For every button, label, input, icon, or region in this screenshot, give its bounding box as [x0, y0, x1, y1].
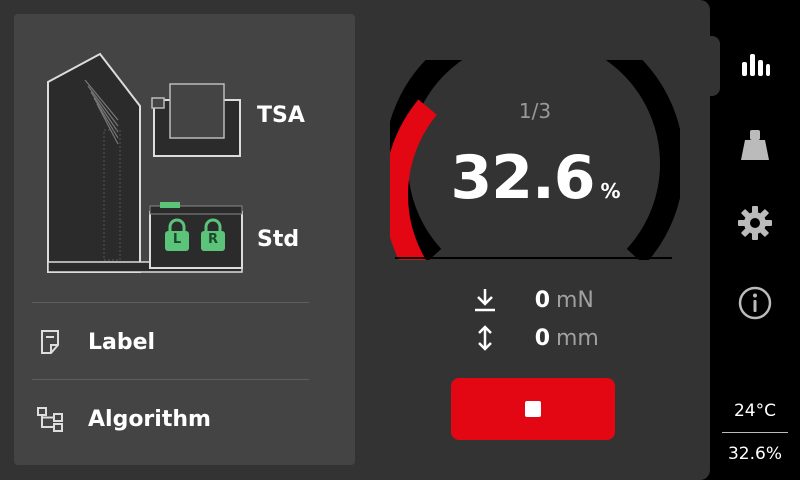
menu-divider-top [32, 302, 309, 303]
menu-divider-bottom [32, 379, 309, 380]
stop-icon [525, 401, 541, 417]
force-readout: 0 mN [470, 285, 594, 315]
tree-icon [30, 399, 70, 439]
status-divider [722, 432, 788, 433]
menu-item-label[interactable]: Label [30, 312, 310, 372]
stop-button[interactable] [451, 378, 615, 440]
percentage-readout: 32.6% [727, 444, 782, 464]
gauge-baseline [395, 257, 672, 259]
arrow-up-down-icon [470, 323, 500, 353]
force-unit: mN [556, 287, 594, 313]
distance-value: 0 [534, 325, 550, 351]
weight-icon[interactable] [735, 125, 775, 165]
distance-readout: 0 mm [470, 323, 599, 353]
arrow-down-to-line-icon [470, 285, 500, 315]
cycle-counter: 1/3 [518, 99, 552, 123]
gauge-unit: % [600, 179, 621, 203]
temperature-readout: 24°C [733, 401, 776, 421]
lock-right-label: R [207, 232, 218, 247]
gauge-value-display: 32.6% [420, 143, 650, 213]
gauge-value: 32.6 [450, 143, 595, 213]
slot-bottom-label: Std [257, 227, 300, 252]
menu-item-algorithm-text: Algorithm [88, 406, 211, 432]
menu-item-label-text: Label [88, 329, 156, 355]
chart-bars-icon[interactable] [735, 44, 775, 84]
gear-icon[interactable] [735, 203, 775, 243]
info-icon[interactable] [735, 283, 775, 323]
document-icon [30, 322, 70, 362]
active-tab-indicator [700, 36, 720, 96]
menu-item-algorithm[interactable]: Algorithm [30, 389, 310, 449]
force-value: 0 [534, 287, 550, 313]
distance-unit: mm [556, 325, 599, 351]
slot-top-label: TSA [257, 103, 305, 128]
lock-left-label: L [172, 232, 182, 247]
